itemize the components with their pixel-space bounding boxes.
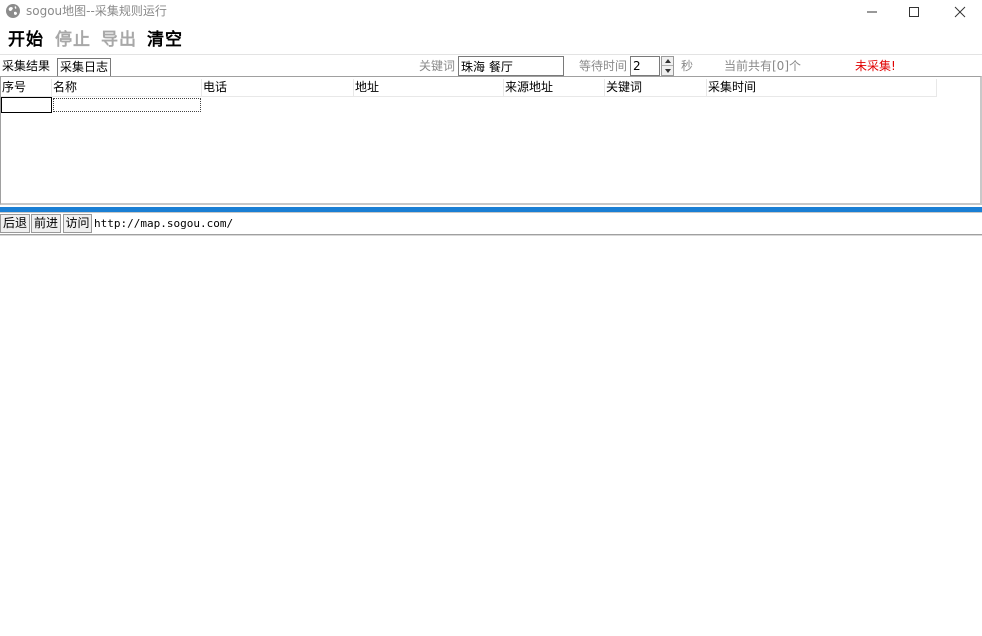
url-input[interactable] xyxy=(92,214,982,233)
result-count-label: 当前共有[0]个 xyxy=(724,59,801,73)
table-row[interactable] xyxy=(1,96,202,114)
wait-time-input[interactable] xyxy=(630,56,660,76)
keyword-input[interactable] xyxy=(458,56,564,76)
grid-header-row: 序号 名称 电话 地址 来源地址 关键词 采集时间 xyxy=(1,79,937,97)
selected-cell[interactable] xyxy=(1,97,52,113)
clear-button[interactable]: 清空 xyxy=(147,28,183,52)
spinner-up-button[interactable] xyxy=(662,57,673,66)
spinner-down-button[interactable] xyxy=(662,66,673,75)
grid-cell[interactable] xyxy=(52,96,202,114)
tab-log[interactable]: 采集日志 xyxy=(57,58,112,77)
wait-time-label: 等待时间 xyxy=(579,59,628,73)
wait-time-spinner xyxy=(661,56,674,76)
column-header-address[interactable]: 地址 xyxy=(354,79,504,97)
command-bar: 开始 停止 导出 清空 xyxy=(0,28,982,54)
maximize-button[interactable] xyxy=(891,0,937,24)
maximize-icon xyxy=(909,7,919,17)
start-button[interactable]: 开始 xyxy=(8,28,44,52)
focus-cell[interactable] xyxy=(53,98,201,112)
results-grid[interactable]: 序号 名称 电话 地址 来源地址 关键词 采集时间 xyxy=(0,76,982,205)
arrow-up-icon xyxy=(664,59,671,63)
seconds-label: 秒 xyxy=(681,59,694,73)
close-button[interactable] xyxy=(937,0,982,24)
globe-icon xyxy=(6,4,20,18)
toolbar-divider xyxy=(0,54,982,55)
forward-button[interactable]: 前进 xyxy=(31,214,61,233)
column-header-index[interactable]: 序号 xyxy=(1,79,52,97)
keyword-label: 关键词 xyxy=(419,59,456,73)
close-icon xyxy=(954,6,966,18)
minimize-button[interactable] xyxy=(849,0,895,24)
column-header-collect-time[interactable]: 采集时间 xyxy=(707,79,937,97)
title-bar: sogou地图--采集规则运行 xyxy=(0,0,982,24)
arrow-down-icon xyxy=(664,68,671,73)
column-header-name[interactable]: 名称 xyxy=(52,79,202,97)
export-button[interactable]: 导出 xyxy=(101,28,137,52)
grid-cell[interactable] xyxy=(1,96,52,114)
tab-results[interactable]: 采集结果 xyxy=(0,58,53,76)
column-header-source-url[interactable]: 来源地址 xyxy=(504,79,605,97)
column-header-keyword[interactable]: 关键词 xyxy=(605,79,707,97)
column-header-phone[interactable]: 电话 xyxy=(202,79,354,97)
visit-button[interactable]: 访问 xyxy=(63,214,92,233)
back-button[interactable]: 后退 xyxy=(0,214,30,233)
nav-divider xyxy=(0,212,982,213)
nav-bottom-divider xyxy=(0,234,982,236)
minimize-icon xyxy=(867,11,877,13)
stop-button[interactable]: 停止 xyxy=(55,28,91,52)
window-title: sogou地图--采集规则运行 xyxy=(26,4,167,18)
status-label: 未采集! xyxy=(855,59,896,73)
browser-view[interactable] xyxy=(0,237,982,636)
